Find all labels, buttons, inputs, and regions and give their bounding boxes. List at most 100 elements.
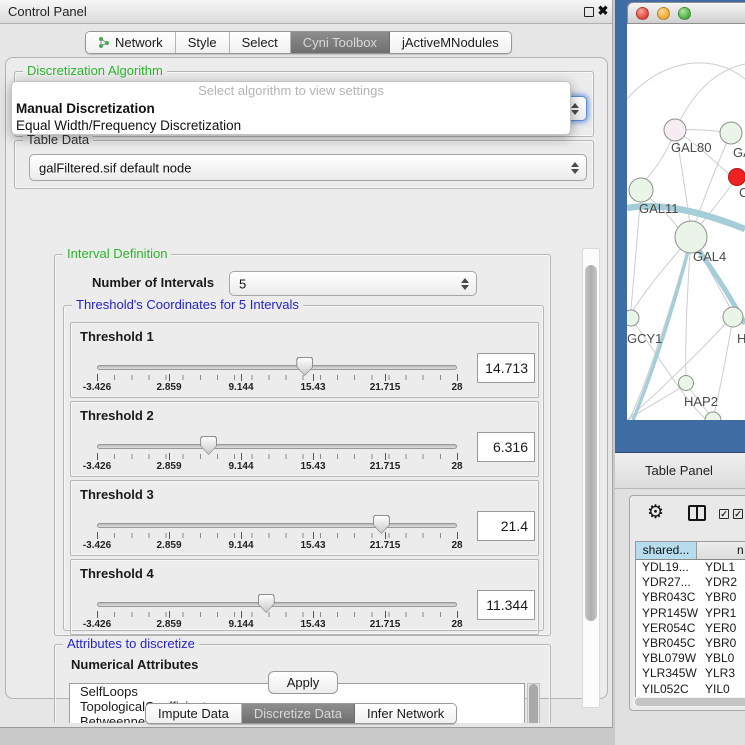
slider-tick-label: 15.43 (300, 540, 325, 551)
slider-tick-label: 9.144 (228, 540, 253, 551)
slider-thumb[interactable] (296, 357, 313, 376)
combobox-arrows-icon (571, 162, 579, 174)
cell-name: YBR0 (698, 590, 745, 605)
slider-thumb-face (374, 516, 389, 533)
slider-major-tick (457, 611, 458, 618)
close-traffic-light-icon[interactable] (636, 7, 649, 20)
network-node[interactable] (705, 412, 721, 420)
slider-major-tick (97, 453, 98, 460)
slider-major-tick (97, 532, 98, 539)
slider-major-tick (457, 532, 458, 539)
table-row[interactable]: YBR045CYBR0 (636, 636, 745, 651)
slider-thumb-face (201, 437, 216, 454)
cyni-toolbox-panel: Discretization Algorithm Table Data galF… (5, 57, 608, 699)
scrollbar-thumb[interactable] (529, 684, 538, 723)
network-canvas[interactable]: GAL80GACGAL11GAL4GCY1HHAP2 (627, 24, 745, 420)
algorithm-menu-item[interactable]: Equal Width/Frequency Discretization (12, 117, 570, 134)
threshold-value-field[interactable]: 11.344 (477, 590, 535, 620)
tab-jactivemnodules[interactable]: jActiveMNodules (390, 32, 511, 53)
slider-major-tick (313, 374, 314, 381)
float-window-icon[interactable] (584, 7, 594, 17)
attributes-scrollbar[interactable] (527, 683, 540, 723)
slider-major-tick (385, 611, 386, 618)
network-node[interactable] (720, 122, 742, 144)
minimize-traffic-light-icon[interactable] (657, 7, 670, 20)
table-row[interactable]: YIL052CYIL0 (636, 682, 745, 697)
column-header-shared-name[interactable]: shared... (636, 542, 697, 559)
slider-tick-label: 28 (451, 382, 462, 393)
zoom-traffic-light-icon[interactable] (678, 7, 691, 20)
algorithm-hint-item[interactable]: Select algorithm to view settings (12, 82, 570, 100)
slider-minor-ticks (97, 454, 457, 459)
split-columns-icon[interactable] (688, 505, 706, 521)
slider-minor-ticks (97, 533, 457, 538)
group-title: Threshold's Coordinates for 5 Intervals (72, 297, 303, 312)
tab-select[interactable]: Select (230, 32, 291, 53)
panel-scrollbar[interactable] (582, 248, 600, 708)
threshold-slider[interactable]: -3.4262.8599.14415.4321.71528 (97, 438, 457, 474)
column-header-name[interactable]: n (697, 542, 745, 559)
slider-tick-label: 2.859 (156, 382, 181, 393)
network-node[interactable] (723, 307, 743, 327)
table-row[interactable]: YBL079WYBL0 (636, 651, 745, 666)
scrollbar-thumb[interactable] (635, 698, 745, 706)
table-row[interactable]: YDL19...YDL1 (636, 560, 745, 575)
slider-track[interactable] (97, 602, 457, 607)
slider-tick-label: 28 (451, 540, 462, 551)
cell-shared-name: YDL19... (636, 560, 698, 575)
table-row[interactable]: YLR345WYLR3 (636, 666, 745, 681)
slider-thumb[interactable] (200, 436, 217, 455)
gear-icon[interactable]: ⚙ (647, 503, 664, 523)
network-node[interactable] (664, 119, 686, 141)
tab-impute-data[interactable]: Impute Data (146, 704, 242, 723)
table-panel-title: Table Panel (645, 463, 713, 478)
threshold-slider[interactable]: -3.4262.8599.14415.4321.71528 (97, 359, 457, 395)
slider-major-tick (241, 611, 242, 618)
algorithm-menu-item[interactable]: Manual Discretization (12, 100, 570, 117)
slider-tick-label: -3.426 (83, 540, 111, 551)
table-row[interactable]: YBR043CYBR0 (636, 590, 745, 605)
network-node[interactable] (629, 178, 653, 202)
checkbox-icon[interactable]: ✓ (719, 509, 729, 519)
tab-network[interactable]: Network (86, 32, 176, 53)
table-row[interactable]: YPR145WYPR1 (636, 606, 745, 621)
threshold-slider[interactable]: -3.4262.8599.14415.4321.71528 (97, 596, 457, 632)
cell-shared-name: YIL052C (636, 682, 698, 697)
threshold-value-field[interactable]: 6.316 (477, 432, 535, 462)
checkbox-icon[interactable]: ✓ (733, 509, 743, 519)
threshold-slider[interactable]: -3.4262.8599.14415.4321.71528 (97, 517, 457, 553)
cell-shared-name: YBR043C (636, 590, 698, 605)
cell-name: YPR1 (698, 606, 745, 621)
slider-major-tick (241, 374, 242, 381)
threshold-label: Threshold 3 (80, 487, 154, 502)
tab-infer-network[interactable]: Infer Network (355, 704, 456, 723)
scrollbar-thumb[interactable] (585, 265, 597, 621)
cell-name: YBL0 (698, 651, 745, 666)
close-icon[interactable]: ✖ (595, 3, 611, 19)
table-horizontal-scrollbar[interactable] (633, 697, 745, 707)
tab-cyni-toolbox[interactable]: Cyni Toolbox (291, 32, 390, 53)
network-node[interactable] (627, 310, 639, 326)
network-node[interactable] (679, 376, 694, 391)
table-row[interactable]: YER054CYER0 (636, 621, 745, 636)
threshold-value-field[interactable]: 21.4 (477, 511, 535, 541)
slider-track[interactable] (97, 523, 457, 528)
network-node[interactable] (729, 169, 745, 186)
node-label: GA (733, 145, 745, 160)
tab-style[interactable]: Style (176, 32, 230, 53)
table-data-combobox[interactable]: galFiltered.sif default node (29, 154, 587, 181)
threshold-value-field[interactable]: 14.713 (477, 353, 535, 383)
slider-thumb[interactable] (373, 515, 390, 534)
slider-track[interactable] (97, 365, 457, 370)
slider-thumb[interactable] (258, 594, 275, 613)
cell-name: YDL1 (698, 560, 745, 575)
table-row[interactable]: YDR27...YDR2 (636, 575, 745, 590)
tab-discretize-data[interactable]: Discretize Data (242, 704, 355, 723)
threshold-panel: Threshold 4-3.4262.8599.14415.4321.71528… (70, 559, 539, 635)
slider-track[interactable] (97, 444, 457, 449)
slider-tick-label: 2.859 (156, 619, 181, 630)
control-panel-window: Control Panel ✖ NetworkStyleSelectCyni T… (0, 0, 613, 728)
apply-button[interactable]: Apply (268, 671, 338, 694)
number-of-intervals-combobox[interactable]: 5 (229, 271, 477, 296)
slider-minor-ticks (97, 375, 457, 380)
